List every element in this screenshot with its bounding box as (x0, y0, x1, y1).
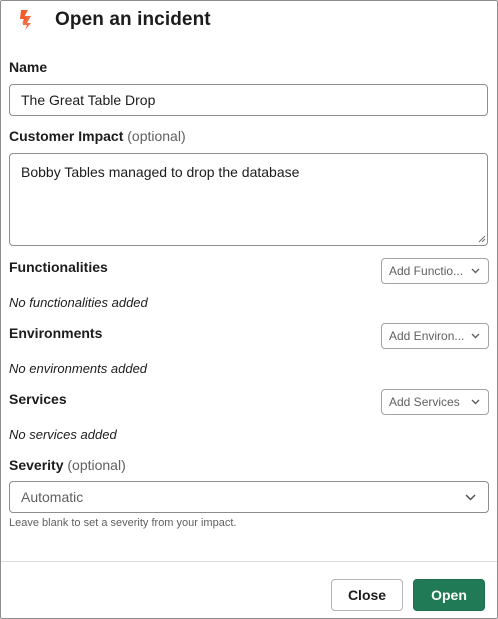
resize-grip-icon[interactable] (478, 235, 486, 243)
environments-label: Environments (9, 325, 103, 341)
add-services-label: Add Services (389, 395, 460, 409)
name-label: Name (9, 59, 47, 75)
chevron-down-icon (465, 494, 476, 501)
name-label-text: Name (9, 59, 48, 75)
open-button[interactable]: Open (413, 579, 485, 611)
open-incident-modal: Open an incident Name Customer Impact (o… (0, 0, 498, 619)
add-environments-button[interactable]: Add Environ... (381, 323, 489, 349)
add-functionalities-button[interactable]: Add Functio... (381, 258, 489, 284)
customer-impact-label-text: Customer Impact (9, 128, 124, 144)
severity-label: Severity (optional) (9, 457, 126, 473)
severity-selected-value: Automatic (21, 489, 84, 505)
modal-header: Open an incident (1, 1, 497, 41)
footer-divider (1, 561, 497, 562)
environments-empty-text: No environments added (9, 361, 148, 376)
close-button[interactable]: Close (331, 579, 403, 611)
add-functionalities-label: Add Functio... (389, 264, 464, 278)
customer-impact-textarea[interactable]: Bobby Tables managed to drop the databas… (9, 153, 488, 246)
chevron-down-icon (471, 399, 480, 405)
name-input[interactable] (9, 84, 488, 116)
modal-title: Open an incident (55, 9, 211, 30)
severity-hint: Leave blank to set a severity from your … (9, 517, 237, 529)
functionalities-label: Functionalities (9, 259, 108, 275)
severity-select[interactable]: Automatic (9, 481, 489, 513)
functionalities-empty-text: No functionalities added (9, 295, 148, 310)
customer-impact-optional: (optional) (127, 128, 186, 144)
services-label: Services (9, 391, 67, 407)
add-environments-label: Add Environ... (389, 329, 464, 343)
add-services-button[interactable]: Add Services (381, 389, 489, 415)
services-empty-text: No services added (9, 427, 117, 442)
firehydrant-logo-icon (13, 8, 37, 32)
chevron-down-icon (471, 268, 480, 274)
chevron-down-icon (471, 333, 480, 339)
severity-label-text: Severity (9, 457, 64, 473)
severity-optional: (optional) (67, 457, 126, 473)
customer-impact-label: Customer Impact (optional) (9, 128, 186, 144)
